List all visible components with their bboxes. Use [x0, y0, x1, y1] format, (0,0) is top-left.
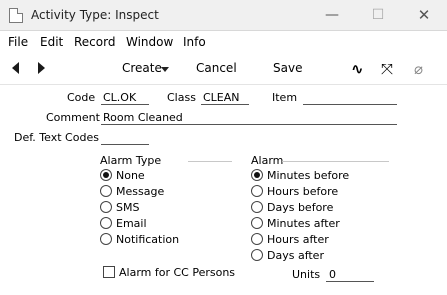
- document-icon: [9, 8, 23, 23]
- item-label: Item: [272, 91, 298, 104]
- create-button[interactable]: Create: [122, 61, 162, 75]
- window-title: Activity Type: Inspect: [31, 8, 159, 22]
- alarm-divider: [282, 161, 389, 162]
- item-field-underline: [303, 104, 397, 105]
- alarm-cc-persons-checkbox[interactable]: [103, 266, 115, 278]
- radio-label-email[interactable]: Email: [116, 217, 147, 230]
- code-field-underline: [101, 104, 149, 105]
- title-bar: Activity Type: Inspect — ☐ ✕: [0, 0, 447, 31]
- radio-alarm-type-sms[interactable]: [100, 201, 112, 213]
- comment-field-underline: [101, 124, 397, 125]
- alarm-heading: Alarm: [251, 154, 284, 167]
- radio-alarm-minutes-before[interactable]: [251, 169, 263, 181]
- menu-file[interactable]: File: [8, 35, 28, 49]
- radio-alarm-type-message[interactable]: [100, 185, 112, 197]
- radio-alarm-minutes-after[interactable]: [251, 217, 263, 229]
- class-label: Class: [167, 91, 196, 104]
- radio-label-message[interactable]: Message: [116, 185, 164, 198]
- code-label: Code: [67, 91, 96, 104]
- attachment-icon[interactable]: ⌀: [414, 61, 423, 77]
- prev-record-icon[interactable]: [12, 62, 19, 74]
- spell-check-icon[interactable]: ∿: [351, 61, 364, 77]
- expand-icon[interactable]: ⤧: [381, 61, 393, 77]
- def-text-codes-underline: [101, 144, 149, 145]
- menu-window[interactable]: Window: [126, 35, 173, 49]
- class-field[interactable]: CLEAN: [203, 91, 240, 104]
- chevron-down-icon[interactable]: [161, 67, 169, 72]
- radio-alarm-hours-before[interactable]: [251, 185, 263, 197]
- radio-alarm-type-email[interactable]: [100, 217, 112, 229]
- minimize-button[interactable]: —: [309, 0, 355, 31]
- toolbar: Create Cancel Save ∿ ⤧ ⌀: [0, 53, 447, 85]
- menu-record[interactable]: Record: [74, 35, 115, 49]
- def-text-codes-label: Def. Text Codes: [14, 131, 99, 144]
- units-label: Units: [292, 268, 321, 281]
- alarm-type-divider: [188, 161, 232, 162]
- radio-label-minutes-before[interactable]: Minutes before: [267, 169, 349, 182]
- menu-info[interactable]: Info: [183, 35, 206, 49]
- radio-alarm-days-after[interactable]: [251, 249, 263, 261]
- class-field-underline: [201, 104, 249, 105]
- radio-alarm-type-notification[interactable]: [100, 233, 112, 245]
- cancel-button[interactable]: Cancel: [196, 61, 237, 75]
- radio-label-sms[interactable]: SMS: [116, 201, 139, 214]
- comment-label: Comment: [46, 111, 100, 124]
- radio-label-none[interactable]: None: [116, 169, 145, 182]
- radio-alarm-days-before[interactable]: [251, 201, 263, 213]
- maximize-button[interactable]: ☐: [355, 0, 401, 31]
- menu-edit[interactable]: Edit: [40, 35, 63, 49]
- comment-field[interactable]: Room Cleaned: [103, 111, 183, 124]
- units-field[interactable]: 0: [329, 268, 336, 281]
- radio-label-hours-before[interactable]: Hours before: [267, 185, 338, 198]
- alarm-type-heading: Alarm Type: [100, 154, 162, 167]
- units-field-underline: [326, 281, 374, 282]
- code-field[interactable]: CL.OK: [103, 91, 136, 104]
- radio-label-minutes-after[interactable]: Minutes after: [267, 217, 340, 230]
- radio-label-days-before[interactable]: Days before: [267, 201, 333, 214]
- alarm-cc-persons-label[interactable]: Alarm for CC Persons: [119, 266, 235, 279]
- radio-alarm-type-none[interactable]: [100, 169, 112, 181]
- menu-bar: File Edit Record Window Info: [0, 32, 447, 52]
- radio-label-notification[interactable]: Notification: [116, 233, 179, 246]
- save-button[interactable]: Save: [273, 61, 302, 75]
- close-button[interactable]: ✕: [401, 0, 447, 31]
- radio-label-days-after[interactable]: Days after: [267, 249, 324, 262]
- radio-alarm-hours-after[interactable]: [251, 233, 263, 245]
- radio-label-hours-after[interactable]: Hours after: [267, 233, 329, 246]
- next-record-icon[interactable]: [38, 62, 45, 74]
